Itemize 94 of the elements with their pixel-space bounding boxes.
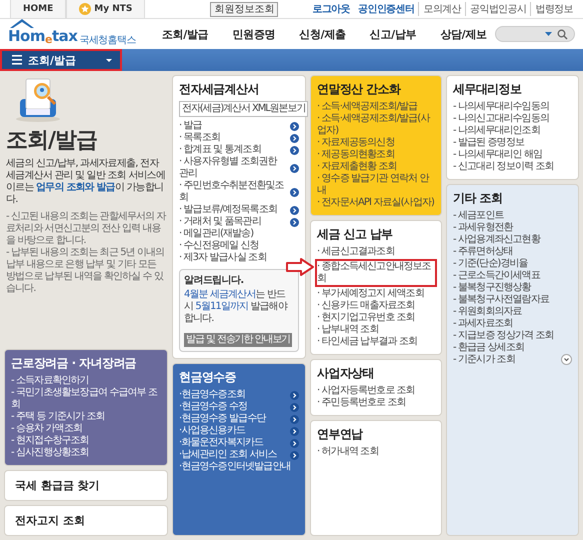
- menu-link[interactable]: · 메일관리(재발송): [179, 228, 254, 240]
- guide-button[interactable]: 발급 및 전송기한 안내보기: [184, 333, 292, 347]
- menu-link[interactable]: · 부가세예정고지 세액조회: [317, 288, 424, 300]
- menu-link[interactable]: · 수신전용메일 신청: [179, 240, 259, 252]
- nav-item[interactable]: 민원증명: [232, 26, 276, 42]
- menu-link[interactable]: · 신용카드 매출자료조회: [317, 300, 415, 312]
- panel-title: 세무대리정보: [453, 81, 522, 98]
- menu-link[interactable]: - 나의신고대리수임동의: [453, 113, 549, 125]
- panel-title: 기타 조회: [453, 190, 504, 207]
- menu-link[interactable]: - 세금포인트: [453, 210, 504, 222]
- menu-link[interactable]: - 기준시가 조회: [453, 354, 515, 366]
- menu-link[interactable]: · 허가내역 조회: [317, 446, 378, 458]
- note-text: - 납부된 내용의 조회는 최근 5년 이내의 납부 내용으로 은행 납부 및 기타 모든 방법으로 납부된 내역을 확인하실 수 있습니다.: [6, 247, 166, 295]
- menu-link[interactable]: - 과세유형전환: [453, 222, 513, 234]
- menu-link[interactable]: · 주민등록번호로 조회: [317, 397, 406, 409]
- menu-link[interactable]: · 제3자 발급사실 조회: [179, 252, 266, 264]
- notice-title: 알려드립니다.: [184, 274, 245, 287]
- menu-link[interactable]: ·현금영수증 수정: [179, 401, 299, 413]
- menu-link[interactable]: - 위원회회의자료: [453, 306, 522, 318]
- menu-link[interactable]: - 주택 등 기준시가 조회: [11, 411, 105, 423]
- page-title: 조회/발급: [6, 127, 98, 155]
- menu-link[interactable]: - 발급된 증명정보: [453, 137, 524, 149]
- menu-link[interactable]: - 불복청구진행상황: [453, 282, 531, 294]
- intro-text: 세금의 신고/납부, 과세자료제출, 전자세금계산서 관리 및 일반 조회 서비스에 이르는 업무의 조회와 발급이 가능합니다.: [6, 158, 166, 206]
- top-link[interactable]: 로그아웃: [308, 2, 354, 16]
- menu-link[interactable]: - 소득자료확인하기: [11, 375, 89, 387]
- menu-link[interactable]: · 전자문서API 자료실(사업자): [317, 197, 434, 209]
- panel-title: 사업자상태: [317, 365, 376, 382]
- menu-link[interactable]: · 타인세금 납부결과 조회: [317, 336, 418, 348]
- menu-link[interactable]: · 합계표 및 통계조회: [179, 144, 299, 156]
- top-tab[interactable]: HOME: [10, 0, 66, 18]
- menu-link[interactable]: - 국민기초생활보장급여 수급여부 조회: [11, 387, 161, 411]
- logo-wordmark: Hom$_{e}$tax: [8, 28, 78, 48]
- menu-link[interactable]: - 불복청구사전열람자료: [453, 294, 549, 306]
- menu-link[interactable]: - 현지접수창구조회: [11, 435, 89, 447]
- menu-link[interactable]: · 소득·세액공제조회/발급(사업자): [317, 113, 435, 137]
- panel-title: 연부연납: [317, 426, 364, 443]
- menu-link[interactable]: · 발급: [179, 120, 299, 132]
- menu-link[interactable]: · 자료제출현황 조회: [317, 161, 397, 173]
- panel-title: 현금영수증: [179, 369, 238, 386]
- menu-link[interactable]: · 세금신고결과조회: [317, 246, 394, 258]
- panel-title: 전자세금계산서: [179, 81, 260, 98]
- menu-link[interactable]: ·현금영수증조회: [179, 389, 299, 401]
- member-info-button[interactable]: 회원정보조회: [210, 2, 278, 16]
- menu-link[interactable]: - 심사진행상황조회: [11, 447, 89, 459]
- menu-link[interactable]: · 사용자유형별 조회권한 관리: [179, 156, 299, 180]
- menu-link[interactable]: - 사업용계좌신고현황: [453, 234, 540, 246]
- menu-link[interactable]: - 나의세무대리인조회: [453, 125, 540, 137]
- panel-title: 연말정산 간소화: [317, 81, 402, 98]
- menu-link[interactable]: - 나의세무대리수임동의: [453, 101, 549, 113]
- nav-item[interactable]: 조회/발급: [162, 26, 208, 42]
- top-link[interactable]: 모의계산: [418, 2, 465, 16]
- notice-text: 4월분 세금계산서는 반드시 5월11일까지 발급해야 합니다.: [184, 289, 288, 325]
- note-text: - 신고된 내용의 조회는 관할세무서의 자료처리와 서면신고분의 전산 입력 내용을 바탕으로 합니다.: [6, 211, 166, 247]
- menu-link[interactable]: ·화물운전자복지카드: [179, 437, 299, 449]
- menu-link[interactable]: · 거래처 및 품목관리: [179, 216, 299, 228]
- menu-link[interactable]: · 영수증 발급기관 연락처 안내: [317, 173, 435, 197]
- nav-item[interactable]: 신청/제출: [299, 26, 346, 42]
- menu-link[interactable]: - 환급금 상세조회: [453, 342, 524, 354]
- nav-item[interactable]: 신고/납부: [370, 26, 416, 42]
- menu-link[interactable]: ·현금영수증인터넷발급안내: [179, 461, 290, 473]
- xml-view-button[interactable]: 전자(세금)계산서 XML원본보기: [179, 101, 308, 117]
- menu-link[interactable]: - 근로소득간이세액표: [453, 270, 540, 282]
- logo-name: 국세청홈택스: [79, 34, 136, 48]
- menu-link[interactable]: - 승용차 가액조회: [11, 423, 82, 435]
- panel-title: 근로장려금 · 자녀장려금: [11, 355, 138, 372]
- panel-title: 세금 신고 납부: [317, 226, 394, 243]
- top-tab[interactable]: My NTS: [66, 0, 146, 18]
- menu-link[interactable]: · 자료제공동의신청: [317, 137, 394, 149]
- top-link[interactable]: 법령정보: [530, 2, 577, 16]
- menu-link[interactable]: - 기준(단순)경비율: [453, 258, 528, 270]
- link-card[interactable]: 국세 환급금 찾기: [4, 470, 168, 501]
- menu-link[interactable]: - 주류면허상태: [453, 246, 513, 258]
- menu-link[interactable]: · 납부내역 조회: [317, 324, 378, 336]
- nav-item[interactable]: 상담/제보: [440, 26, 487, 42]
- link-card[interactable]: 전자고지 조회: [4, 505, 168, 536]
- menu-link[interactable]: · 현지기업고유번호 조회: [317, 312, 415, 324]
- menu-link[interactable]: ·납세관리인 조회 서비스: [179, 449, 299, 461]
- menu-link[interactable]: · 종합소득세신고안내정보조회: [317, 261, 435, 285]
- menu-link[interactable]: · 사업자등록번호로 조회: [317, 385, 415, 397]
- breadcrumb-menu[interactable]: 조회/발급: [0, 49, 122, 71]
- menu-link[interactable]: ·현금영수증 발급수단: [179, 413, 299, 425]
- menu-link[interactable]: - 지급보증 정상가격 조회: [453, 330, 554, 342]
- menu-link[interactable]: · 발급보류/예정목록조회: [179, 204, 299, 216]
- menu-link[interactable]: - 나의세무대리인 해임: [453, 149, 542, 161]
- top-link[interactable]: 공익법인공시: [464, 2, 530, 16]
- menu-link[interactable]: - 신고대리 정보이력 조회: [453, 161, 554, 173]
- menu-link[interactable]: ·사업용신용카드: [179, 425, 299, 437]
- menu-link[interactable]: · 소득·세액공제조회/발급: [317, 101, 418, 113]
- menu-link[interactable]: - 과세자료조회: [453, 318, 513, 330]
- top-link[interactable]: 공인인증센터: [354, 2, 418, 16]
- menu-link[interactable]: · 목록조회: [179, 132, 299, 144]
- menu-link[interactable]: · 제공동의현황조회: [317, 149, 394, 161]
- menu-link[interactable]: · 주민번호수취분전환및조회: [179, 180, 299, 204]
